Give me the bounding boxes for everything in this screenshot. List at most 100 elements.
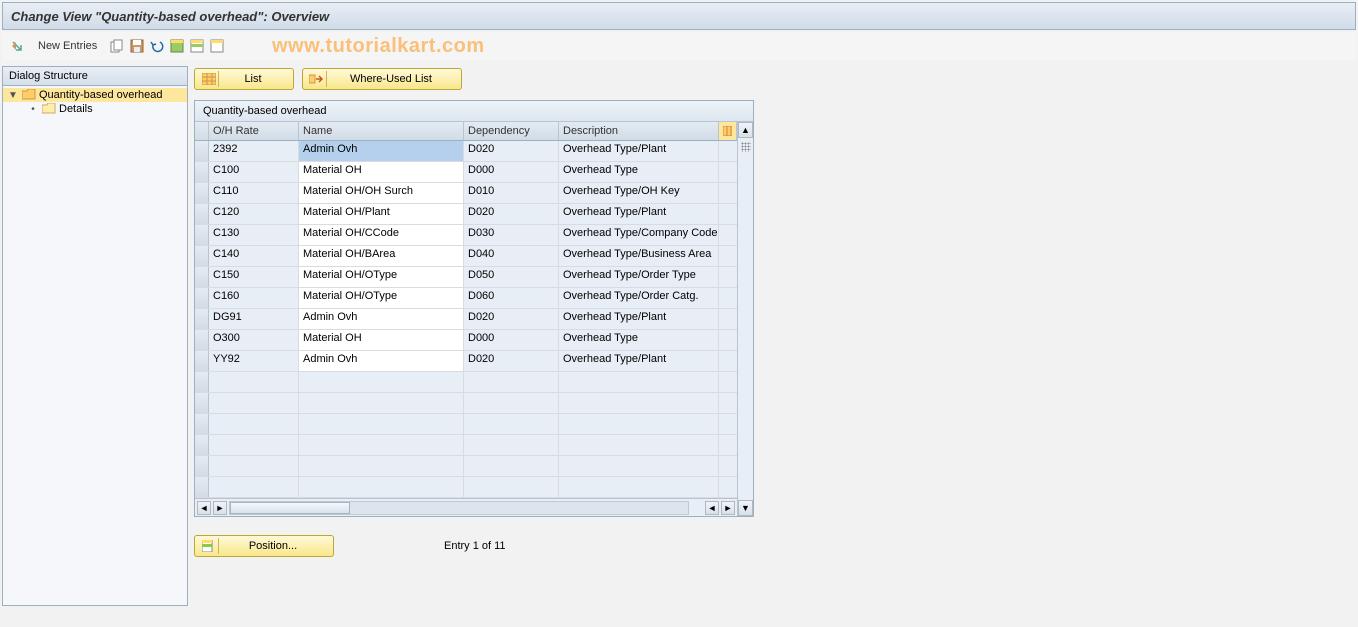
cell-name[interactable] — [299, 372, 464, 392]
cell-name[interactable] — [299, 414, 464, 434]
cell-description[interactable]: Overhead Type/Plant — [559, 351, 719, 371]
table-row[interactable]: YY92Admin OvhD020Overhead Type/Plant — [195, 351, 737, 372]
hscroll-thumb[interactable] — [230, 502, 350, 514]
configure-columns-icon[interactable] — [719, 122, 737, 140]
table-row-empty[interactable] — [195, 477, 737, 498]
row-handle[interactable] — [195, 141, 209, 161]
row-handle[interactable] — [195, 456, 209, 476]
row-handle[interactable] — [195, 183, 209, 203]
scroll-left-end-icon[interactable]: ◄ — [705, 501, 719, 515]
col-dependency[interactable]: Dependency — [464, 122, 559, 140]
cell-rate[interactable]: O300 — [209, 330, 299, 350]
cell-rate[interactable]: YY92 — [209, 351, 299, 371]
tree-item-overhead[interactable]: ▼ Quantity-based overhead — [3, 88, 187, 102]
cell-description[interactable]: Overhead Type — [559, 162, 719, 182]
cell-description[interactable]: Overhead Type/OH Key — [559, 183, 719, 203]
cell-description[interactable]: Overhead Type — [559, 330, 719, 350]
cell-name[interactable] — [299, 456, 464, 476]
hscroll-track[interactable] — [229, 501, 689, 515]
row-handle[interactable] — [195, 435, 209, 455]
row-handle[interactable] — [195, 330, 209, 350]
cell-rate[interactable]: 2392 — [209, 141, 299, 161]
cell-name[interactable]: Admin Ovh — [299, 141, 464, 161]
table-row[interactable]: C100Material OHD000Overhead Type — [195, 162, 737, 183]
row-handle[interactable] — [195, 288, 209, 308]
row-handle[interactable] — [195, 372, 209, 392]
cell-description[interactable]: Overhead Type/Business Area — [559, 246, 719, 266]
cell-rate[interactable]: C140 — [209, 246, 299, 266]
row-handle[interactable] — [195, 204, 209, 224]
row-handle[interactable] — [195, 309, 209, 329]
row-handle[interactable] — [195, 414, 209, 434]
cell-description[interactable]: Overhead Type/Order Type — [559, 267, 719, 287]
cell-rate[interactable]: C100 — [209, 162, 299, 182]
scroll-down-icon[interactable]: ▼ — [738, 500, 753, 516]
row-handle[interactable] — [195, 351, 209, 371]
cell-name[interactable] — [299, 393, 464, 413]
table-row-empty[interactable] — [195, 393, 737, 414]
cell-description[interactable]: Overhead Type/Plant — [559, 141, 719, 161]
col-name[interactable]: Name — [299, 122, 464, 140]
cell-name[interactable]: Material OH/OType — [299, 288, 464, 308]
row-handle[interactable] — [195, 225, 209, 245]
cell-rate[interactable]: C160 — [209, 288, 299, 308]
cell-name[interactable]: Material OH — [299, 330, 464, 350]
cell-description[interactable] — [559, 372, 719, 392]
table-row-empty[interactable] — [195, 372, 737, 393]
cell-rate[interactable] — [209, 477, 299, 497]
cell-description[interactable] — [559, 414, 719, 434]
header-corner[interactable] — [195, 122, 209, 140]
table-row[interactable]: C120Material OH/PlantD020Overhead Type/P… — [195, 204, 737, 225]
scroll-right-end-icon[interactable]: ► — [721, 501, 735, 515]
table-row[interactable]: C150Material OH/OTypeD050Overhead Type/O… — [195, 267, 737, 288]
deselect-icon[interactable] — [209, 38, 225, 54]
cell-description[interactable] — [559, 435, 719, 455]
table-row-empty[interactable] — [195, 456, 737, 477]
table-row[interactable]: DG91Admin OvhD020Overhead Type/Plant — [195, 309, 737, 330]
cell-dependency[interactable]: D020 — [464, 141, 559, 161]
cell-description[interactable] — [559, 456, 719, 476]
vscroll-track[interactable] — [738, 138, 753, 500]
cell-rate[interactable]: C110 — [209, 183, 299, 203]
cell-dependency[interactable] — [464, 435, 559, 455]
table-row[interactable]: C140Material OH/BAreaD040Overhead Type/B… — [195, 246, 737, 267]
row-handle[interactable] — [195, 477, 209, 497]
table-row[interactable]: 2392Admin OvhD020Overhead Type/Plant — [195, 141, 737, 162]
cell-name[interactable]: Material OH — [299, 162, 464, 182]
cell-description[interactable]: Overhead Type/Company Code — [559, 225, 719, 245]
row-handle[interactable] — [195, 162, 209, 182]
cell-description[interactable] — [559, 393, 719, 413]
table-row[interactable]: C160Material OH/OTypeD060Overhead Type/O… — [195, 288, 737, 309]
scroll-right-icon[interactable]: ► — [213, 501, 227, 515]
cell-dependency[interactable]: D040 — [464, 246, 559, 266]
cell-rate[interactable] — [209, 393, 299, 413]
row-handle[interactable] — [195, 267, 209, 287]
scroll-left-icon[interactable]: ◄ — [197, 501, 211, 515]
cell-rate[interactable]: C120 — [209, 204, 299, 224]
select-all-icon[interactable] — [169, 38, 185, 54]
cell-description[interactable] — [559, 477, 719, 497]
table-row[interactable]: C110Material OH/OH SurchD010Overhead Typ… — [195, 183, 737, 204]
new-entries-button[interactable]: New Entries — [38, 40, 97, 52]
cell-name[interactable]: Material OH/OH Surch — [299, 183, 464, 203]
copy-icon[interactable] — [109, 38, 125, 54]
tree-toggle-icon[interactable]: ▼ — [7, 90, 19, 101]
cell-description[interactable]: Overhead Type/Order Catg. — [559, 288, 719, 308]
cell-dependency[interactable]: D020 — [464, 204, 559, 224]
cell-dependency[interactable] — [464, 456, 559, 476]
cell-dependency[interactable]: D020 — [464, 309, 559, 329]
cell-dependency[interactable]: D000 — [464, 330, 559, 350]
col-rate[interactable]: O/H Rate — [209, 122, 299, 140]
save-icon[interactable] — [129, 38, 145, 54]
row-handle[interactable] — [195, 393, 209, 413]
cell-rate[interactable]: DG91 — [209, 309, 299, 329]
cell-dependency[interactable] — [464, 477, 559, 497]
select-block-icon[interactable] — [189, 38, 205, 54]
cell-name[interactable]: Admin Ovh — [299, 309, 464, 329]
cell-name[interactable] — [299, 435, 464, 455]
cell-dependency[interactable]: D000 — [464, 162, 559, 182]
row-handle[interactable] — [195, 246, 209, 266]
scroll-up-icon[interactable]: ▲ — [738, 122, 753, 138]
cell-dependency[interactable]: D060 — [464, 288, 559, 308]
cell-dependency[interactable] — [464, 414, 559, 434]
